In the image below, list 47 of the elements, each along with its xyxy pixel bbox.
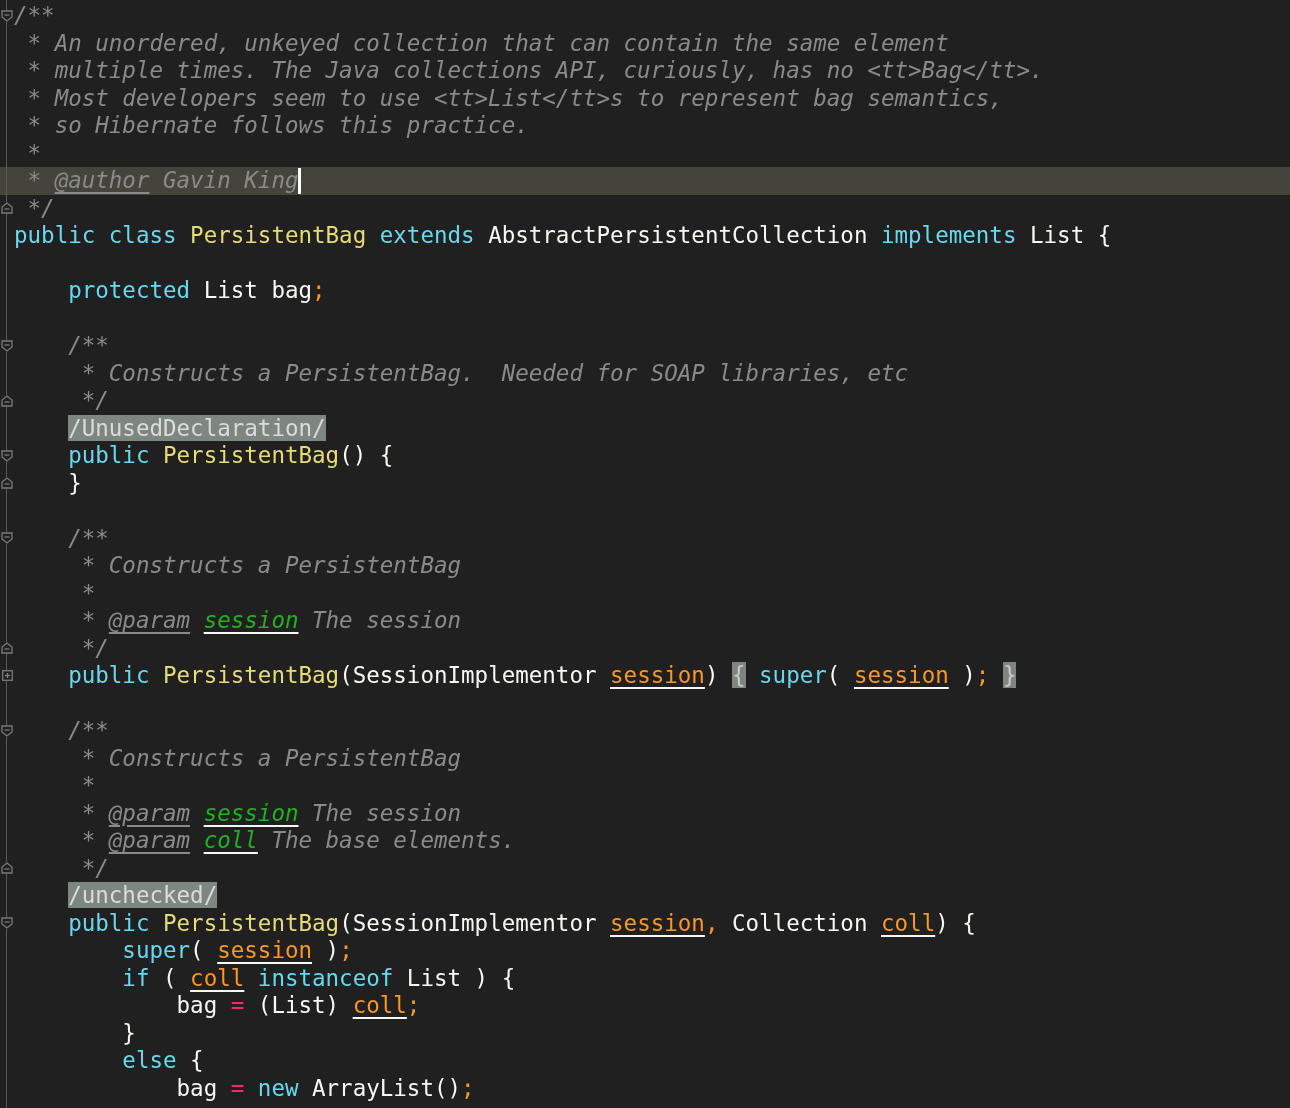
- comment-line: *: [80, 772, 96, 800]
- fold-end-icon[interactable]: [1, 477, 13, 490]
- code-line: public class PersistentBag extends AbstractPersistentCollection implements List {: [14, 222, 1112, 250]
- text-cursor: [298, 167, 302, 194]
- comment-line: */: [26, 194, 55, 222]
- comment-line: /**: [14, 2, 55, 30]
- comment-line: * @param session The session: [80, 607, 462, 635]
- code-line: else {: [121, 1047, 204, 1075]
- comment-line: * Most developers seem to use <tt>List</tt>s to represent bag semantics,: [26, 84, 1003, 112]
- comment-line: * Constructs a PersistentBag: [80, 744, 462, 772]
- comment-line: *: [80, 579, 96, 607]
- fold-end-icon[interactable]: [1, 202, 13, 215]
- comment-line: * @author Gavin King: [26, 167, 299, 195]
- code-line: public PersistentBag(SessionImplementor session, Collection coll) {: [67, 909, 976, 937]
- fold-end-icon[interactable]: [1, 862, 13, 875]
- expand-icon[interactable]: [1, 670, 13, 682]
- code-line: public PersistentBag() {: [67, 442, 394, 470]
- code-line: super( session );: [121, 937, 353, 965]
- comment-line: */: [80, 854, 109, 882]
- comment-line: */: [80, 387, 109, 415]
- fold-icon[interactable]: [1, 724, 13, 737]
- code-line: }: [67, 469, 82, 497]
- comment-line: * Constructs a PersistentBag. Needed for SOAP libraries, etc: [80, 359, 909, 387]
- fold-end-icon[interactable]: [1, 642, 13, 655]
- comment-line: * Constructs a PersistentBag: [80, 552, 462, 580]
- fold-icon[interactable]: [1, 9, 13, 22]
- comment-line: * @param session The session: [80, 799, 462, 827]
- code-line: if ( coll instanceof List ) {: [121, 964, 516, 992]
- code-line: bag = (List) coll;: [175, 992, 421, 1020]
- code-line: protected List bag;: [67, 277, 326, 305]
- code-line: }: [121, 1019, 136, 1047]
- comment-line: * so Hibernate follows this practice.: [26, 112, 529, 140]
- code-line: bag = new ArrayList();: [175, 1074, 475, 1102]
- comment-line: /**: [67, 717, 109, 745]
- fold-end-icon[interactable]: [1, 394, 13, 407]
- comment-line: /**: [67, 332, 109, 360]
- comment-line: *: [26, 139, 42, 167]
- fold-icon[interactable]: [1, 339, 13, 352]
- fold-icon[interactable]: [1, 532, 13, 545]
- fold-icon[interactable]: [1, 917, 13, 930]
- comment-line: /**: [67, 524, 109, 552]
- comment-line: * @param coll The base elements.: [80, 827, 516, 855]
- comment-line: * An unordered, unkeyed collection that can contain the same element: [26, 29, 949, 57]
- comment-line: * multiple times. The Java collections API, curiously, has no <tt>Bag</tt>.: [26, 57, 1044, 85]
- comment-line: */: [80, 634, 109, 662]
- fold-icon[interactable]: [1, 449, 13, 462]
- code-line: public PersistentBag(SessionImplementor session) { super( session ); }: [67, 662, 1017, 690]
